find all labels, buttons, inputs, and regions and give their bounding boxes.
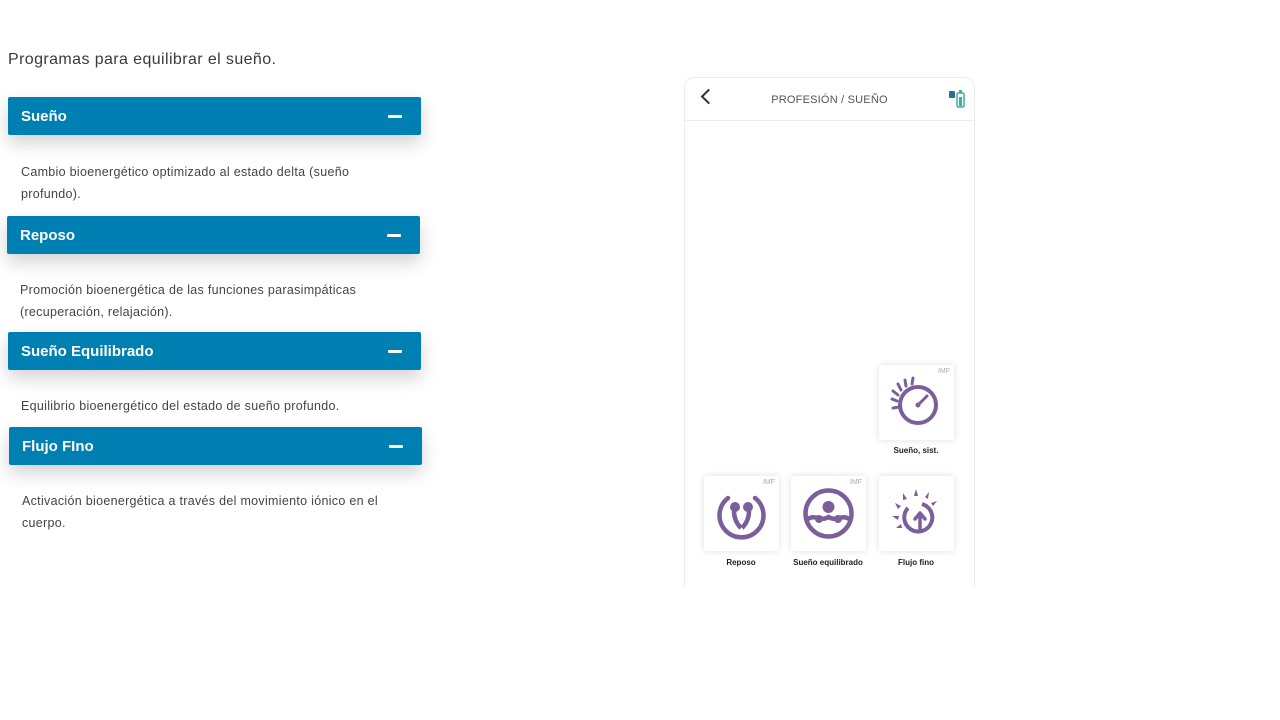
accordion-body: Activación bioenergética a través del mo… <box>22 494 378 530</box>
accordion-title: Sueño <box>21 107 67 125</box>
collapse-minus-icon[interactable] <box>388 349 402 353</box>
device-battery-icon[interactable] <box>948 89 966 109</box>
accordion-header-sueno-equilibrado[interactable]: Sueño Equilibrado <box>8 332 421 370</box>
collapse-minus-icon[interactable] <box>388 114 402 118</box>
program-tile-reposo[interactable]: IMF <box>704 476 779 551</box>
accordion-header-reposo[interactable]: Reposo <box>7 216 420 254</box>
accordion-title: Sueño Equilibrado <box>21 342 154 360</box>
imf-badge: IMF <box>937 368 950 375</box>
program-tile-sueno-equilibrado[interactable]: IMF <box>791 476 866 551</box>
tile-label: Flujo fino <box>898 558 934 567</box>
accordion-body: Cambio bioenergético optimizado al estad… <box>21 165 350 201</box>
phone-header: PROFESIÓN / SUEÑO <box>685 78 974 121</box>
accordion-header-flujo-fino[interactable]: Flujo FIno <box>9 427 422 465</box>
phone-title: PROFESIÓN / SUEÑO <box>771 94 888 106</box>
accordion-header-sueno[interactable]: Sueño <box>8 97 421 135</box>
rest-drops-icon <box>717 495 766 540</box>
sleep-sun-clock-icon <box>890 376 938 425</box>
tile-label: Reposo <box>726 558 756 567</box>
phone-screen: PROFESIÓN / SUEÑO IMF Sueño, sist. IMF R… <box>684 77 975 587</box>
accordion-body: Equilibrio bioenergético del estado de s… <box>21 399 340 413</box>
tile-label: Sueño, sist. <box>893 446 939 455</box>
imf-badge: IMF <box>762 479 775 486</box>
tile-label: Sueño equilibrado <box>793 558 863 567</box>
program-tile-flujo-fino[interactable] <box>879 476 954 551</box>
collapse-minus-icon[interactable] <box>387 233 401 237</box>
imf-badge: IMF <box>849 479 862 486</box>
balanced-sleep-icon <box>803 488 854 539</box>
accordion-body: Promoción bioenergética de las funciones… <box>20 283 357 319</box>
accordion-title: Reposo <box>20 226 76 244</box>
collapse-minus-icon[interactable] <box>389 444 403 448</box>
intro-text: Programas para equilibrar el sueño. <box>8 51 277 68</box>
program-tile-sueno-sist[interactable]: IMF <box>879 365 954 440</box>
fine-flow-sun-icon <box>892 489 937 534</box>
accordion-title: Flujo FIno <box>22 437 94 455</box>
